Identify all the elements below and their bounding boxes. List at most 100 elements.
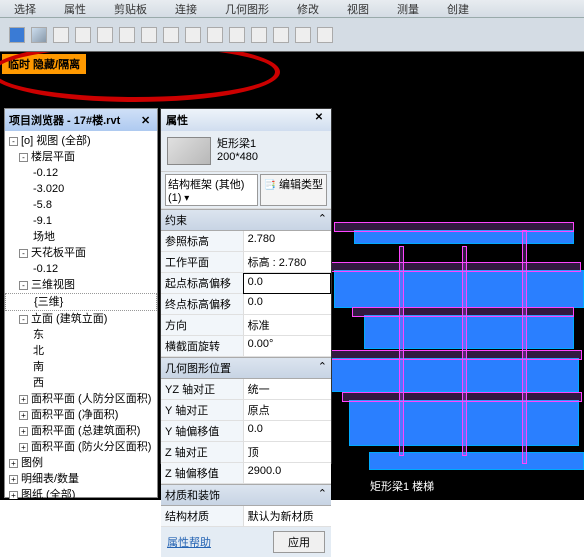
trim-icon[interactable] <box>141 27 157 43</box>
property-value[interactable]: 标高 : 2.780 <box>243 252 331 273</box>
pin-icon[interactable] <box>295 27 311 43</box>
property-name: Z 轴对正 <box>161 442 243 463</box>
close-icon[interactable]: ✕ <box>141 114 153 126</box>
align-icon[interactable] <box>119 27 135 43</box>
tree-item[interactable]: -天花板平面 <box>5 245 157 261</box>
group-icon[interactable] <box>317 27 333 43</box>
expand-icon[interactable]: + <box>19 443 28 452</box>
tree-item[interactable]: +面积平面 (人防分区面积) <box>5 391 157 407</box>
property-value[interactable]: 2.780 <box>243 231 331 252</box>
tree-item[interactable]: 北 <box>5 343 157 359</box>
tree-item[interactable]: 场地 <box>5 229 157 245</box>
property-row: 起点标高偏移0.0 <box>161 273 331 294</box>
tree-item[interactable]: -0.12 <box>5 261 157 277</box>
ribbon-tab[interactable]: 视图 <box>333 0 383 19</box>
collapse-icon[interactable]: - <box>19 153 28 162</box>
array-icon[interactable] <box>273 27 289 43</box>
tree-item[interactable]: -0.12 <box>5 165 157 181</box>
property-group-header[interactable]: 几何图形位置⌃ <box>161 357 331 379</box>
expand-icon[interactable]: + <box>9 475 18 484</box>
property-value[interactable]: 0.00° <box>243 336 331 357</box>
ribbon-tab[interactable]: 选择 <box>0 0 50 19</box>
property-group-header[interactable]: 约束⌃ <box>161 209 331 231</box>
3d-model[interactable] <box>324 200 584 490</box>
property-value[interactable]: 默认为新材质 <box>243 506 331 527</box>
copy-icon[interactable] <box>207 27 223 43</box>
property-value[interactable]: 0.0 <box>243 294 331 315</box>
property-name: Y 轴对正 <box>161 400 243 421</box>
property-value[interactable]: 统一 <box>243 379 331 400</box>
measure-icon[interactable] <box>97 27 113 43</box>
property-name: 工作平面 <box>161 252 243 273</box>
property-name: Z 轴偏移值 <box>161 463 243 484</box>
offset-icon[interactable] <box>163 27 179 43</box>
tree-item[interactable]: +明细表/数量 <box>5 471 157 487</box>
property-value[interactable]: 0.0 <box>243 273 331 294</box>
property-value[interactable]: 标准 <box>243 315 331 336</box>
collapse-icon[interactable]: - <box>19 249 28 258</box>
tree-item[interactable]: +面积平面 (防火分区面积) <box>5 439 157 455</box>
type-thumbnail-icon[interactable] <box>167 137 211 165</box>
save-icon[interactable] <box>9 27 25 43</box>
property-row: 横截面旋转0.00° <box>161 336 331 357</box>
ribbon-tab[interactable]: 测量 <box>383 0 433 19</box>
property-group-header[interactable]: 材质和装饰⌃ <box>161 484 331 506</box>
tree-item[interactable]: -立面 (建筑立面) <box>5 311 157 327</box>
tree-item[interactable]: -三维视图 <box>5 277 157 293</box>
chevron-up-icon: ⌃ <box>318 487 327 503</box>
apply-button[interactable]: 应用 <box>273 531 325 553</box>
property-value[interactable]: 2900.0 <box>243 463 331 484</box>
scale-icon[interactable] <box>251 27 267 43</box>
tree-item[interactable]: 南 <box>5 359 157 375</box>
tree-item[interactable]: -9.1 <box>5 213 157 229</box>
tree-item[interactable]: +图纸 (全部) <box>5 487 157 499</box>
property-row: Y 轴偏移值0.0 <box>161 421 331 442</box>
rotate-icon[interactable] <box>229 27 245 43</box>
project-browser-panel: 项目浏览器 - 17#楼.rvt ✕ -[o] 视图 (全部)-楼层平面-0.1… <box>4 108 158 498</box>
expand-icon[interactable]: + <box>19 395 28 404</box>
tree-item[interactable]: 东 <box>5 327 157 343</box>
ribbon-tab[interactable]: 几何图形 <box>211 0 283 19</box>
tree-item[interactable]: -[o] 视图 (全部) <box>5 133 157 149</box>
properties-help-link[interactable]: 属性帮助 <box>167 534 211 550</box>
property-value[interactable]: 0.0 <box>243 421 331 442</box>
temp-hide-isolate-indicator[interactable]: 临时 隐藏/隔离 <box>2 54 86 74</box>
property-row: 结构材质默认为新材质 <box>161 506 331 527</box>
tree-item[interactable]: -5.8 <box>5 197 157 213</box>
undo-icon[interactable] <box>53 27 69 43</box>
expand-icon[interactable]: + <box>9 459 18 468</box>
expand-icon[interactable]: + <box>19 427 28 436</box>
tree-item[interactable]: -楼层平面 <box>5 149 157 165</box>
edit-type-button[interactable]: 📑 编辑类型 <box>260 174 327 206</box>
tree-item[interactable]: -3.020 <box>5 181 157 197</box>
ribbon-tab[interactable]: 修改 <box>283 0 333 19</box>
redo-icon[interactable] <box>75 27 91 43</box>
collapse-icon[interactable]: - <box>19 315 28 324</box>
close-icon[interactable]: ✕ <box>312 112 326 126</box>
collapse-icon[interactable]: - <box>19 281 28 290</box>
mirror-icon[interactable] <box>185 27 201 43</box>
tree-item[interactable]: {三维} <box>5 293 157 311</box>
properties-panel: 属性 ✕ 矩形梁1 200*480 结构框架 (其他) (1) ▾ 📑 编辑类型… <box>160 108 332 464</box>
instance-filter-dropdown[interactable]: 结构框架 (其他) (1) ▾ <box>165 174 258 206</box>
property-value[interactable]: 原点 <box>243 400 331 421</box>
collapse-icon[interactable]: - <box>9 137 18 146</box>
property-value[interactable]: 顶 <box>243 442 331 463</box>
property-name: 方向 <box>161 315 243 336</box>
ribbon-tab[interactable]: 剪贴板 <box>100 0 161 19</box>
ribbon-tab[interactable]: 创建 <box>433 0 483 19</box>
tree-item[interactable]: +图例 <box>5 455 157 471</box>
project-browser-tree[interactable]: -[o] 视图 (全部)-楼层平面-0.12-3.020-5.8-9.1场地-天… <box>5 131 157 499</box>
expand-icon[interactable]: + <box>19 411 28 420</box>
expand-icon[interactable]: + <box>9 491 18 499</box>
property-row: 终点标高偏移0.0 <box>161 294 331 315</box>
tree-item[interactable]: +面积平面 (净面积) <box>5 407 157 423</box>
cube-icon[interactable] <box>31 27 47 43</box>
tree-item[interactable]: 西 <box>5 375 157 391</box>
ribbon-tab[interactable]: 属性 <box>50 0 100 19</box>
properties-grid: 约束⌃参照标高2.780工作平面标高 : 2.780起点标高偏移0.0终点标高偏… <box>161 209 331 527</box>
project-browser-title: 项目浏览器 - 17#楼.rvt <box>9 112 120 128</box>
ribbon-tab[interactable]: 连接 <box>161 0 211 19</box>
tree-item[interactable]: +面积平面 (总建筑面积) <box>5 423 157 439</box>
type-size-name: 200*480 <box>217 151 258 164</box>
